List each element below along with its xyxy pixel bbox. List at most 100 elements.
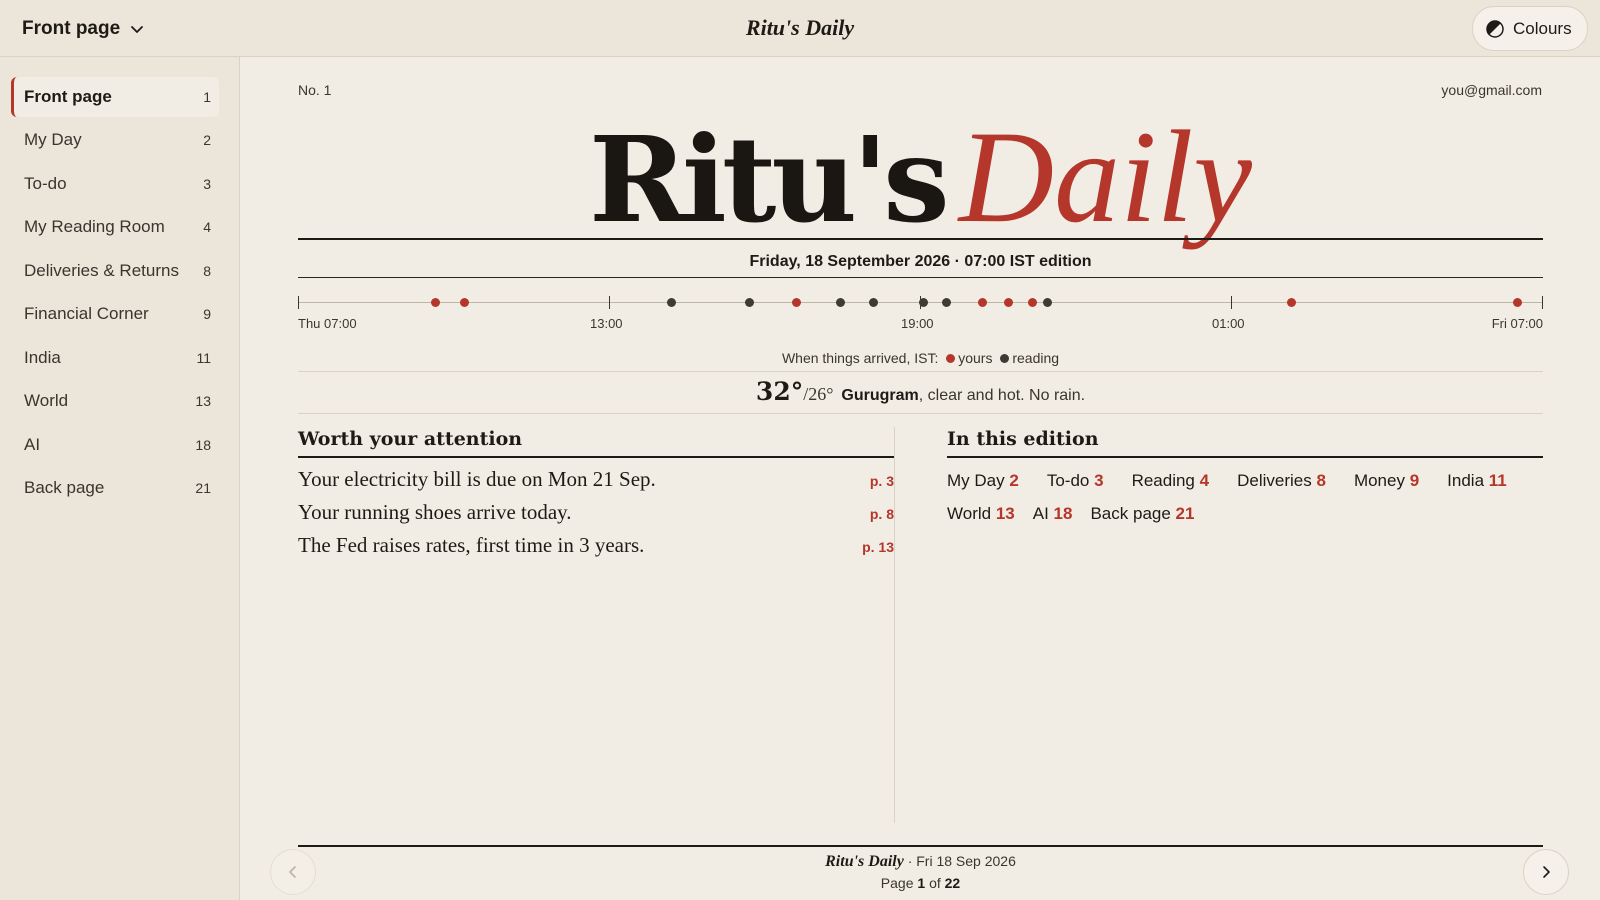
footer-title-line: Ritu's Daily · Fri 18 Sep 2026	[298, 853, 1543, 871]
arrival-dot-reading	[941, 298, 951, 307]
arrival-dot-yours	[459, 298, 469, 307]
story-page-link[interactable]: p. 3	[870, 473, 894, 489]
story-page-link[interactable]: p. 8	[870, 506, 894, 522]
sidebar-item-to-do[interactable]: To-do 3	[11, 164, 219, 204]
sidebar-item-label: World	[24, 391, 69, 410]
sidebar-item-label: Front page	[24, 87, 112, 106]
sidebar-item-page: 1	[203, 89, 211, 105]
timeline-tick	[1231, 296, 1232, 309]
toc-link-world[interactable]: World 13	[947, 503, 1015, 536]
timeline-label: 19:00	[901, 316, 934, 331]
footer-rule	[298, 845, 1543, 847]
column-divider	[894, 427, 895, 823]
sidebar-item-page: 3	[203, 176, 211, 192]
toc-link-to-do[interactable]: To-do 3	[1047, 470, 1104, 503]
masthead: Ritu's Daily	[298, 102, 1543, 252]
sidebar: Front page 1 My Day 2 To-do 3 My Reading…	[0, 57, 240, 900]
sidebar-item-label: My Day	[24, 130, 82, 149]
sidebar-item-world[interactable]: World 13	[11, 381, 219, 421]
legend-yours: yours	[958, 350, 993, 366]
sidebar-item-back-page[interactable]: Back page 21	[11, 468, 219, 508]
toc-link-deliveries[interactable]: Deliveries 8	[1237, 470, 1326, 503]
timeline-label: 01:00	[1212, 316, 1245, 331]
legend-reading-dot	[1000, 354, 1010, 364]
colours-button[interactable]: Colours	[1472, 6, 1588, 51]
toc-link-india[interactable]: India 11	[1447, 470, 1507, 503]
toc-page: 2	[1009, 471, 1019, 490]
sidebar-item-my-day[interactable]: My Day 2	[11, 120, 219, 160]
toc-link-ai[interactable]: AI 18	[1033, 503, 1073, 536]
weather-top-rule	[298, 371, 1543, 372]
arrival-dot-yours	[1512, 298, 1522, 307]
toc-page: 4	[1199, 471, 1210, 490]
story-text: Your electricity bill is due on Mon 21 S…	[298, 467, 656, 491]
toc-label: Money	[1353, 471, 1405, 490]
sidebar-item-financial-corner[interactable]: Financial Corner 9	[11, 294, 219, 334]
arrival-dot-reading	[918, 298, 928, 307]
legend-prefix: When things arrived, IST:	[781, 350, 939, 366]
next-page-button[interactable]	[1523, 849, 1569, 895]
previous-page-button[interactable]	[270, 849, 316, 895]
toc-link-back-page[interactable]: Back page 21	[1090, 503, 1194, 536]
sidebar-item-india[interactable]: India 11	[11, 338, 219, 378]
app-title: Ritu's Daily	[745, 15, 855, 40]
toc-label: Back page	[1090, 504, 1171, 523]
sidebar-item-label: India	[24, 348, 61, 367]
toc-page: 11	[1488, 471, 1507, 490]
weather-line: 32°/26° Gurugram, clear and hot. No rain.	[298, 377, 1543, 406]
footer-title: Ritu's Daily	[825, 853, 904, 870]
toc-label: India	[1447, 471, 1485, 490]
arrival-dot-reading	[835, 298, 845, 307]
account-email: you@gmail.com	[1441, 82, 1542, 98]
weather-bottom-rule	[298, 413, 1543, 414]
timeline-label: Thu 07:00	[298, 316, 357, 331]
weather-city: Gurugram	[841, 387, 919, 404]
toc-page: 13	[995, 504, 1015, 523]
top-bar: Front page Ritu's Daily Colours	[0, 0, 1600, 57]
toc-link-money[interactable]: Money 9	[1354, 470, 1419, 503]
sidebar-item-ai[interactable]: AI 18	[11, 425, 219, 465]
attention-column: Worth your attention Your electricity bi…	[298, 424, 894, 557]
story-item[interactable]: The Fed raises rates, first time in 3 ye…	[298, 524, 894, 557]
toc-link-reading[interactable]: Reading 4	[1132, 470, 1210, 503]
toc-page: 18	[1053, 504, 1073, 523]
sidebar-item-reading-room[interactable]: My Reading Room 4	[11, 207, 219, 247]
toc-page: 9	[1409, 471, 1420, 490]
toc-page: 3	[1094, 471, 1104, 490]
toc-label: My Day	[947, 471, 1005, 490]
weather-summary: , clear and hot. No rain.	[918, 387, 1086, 404]
legend-reading: reading	[1012, 350, 1060, 366]
toc-page: 8	[1316, 471, 1326, 490]
issue-number: No. 1	[298, 82, 332, 98]
page-indicator: Page 1 of 22	[298, 875, 1543, 891]
chevron-right-icon	[1543, 866, 1550, 878]
masthead-name: Ritu's	[588, 110, 950, 249]
footer-date: · Fri 18 Sep 2026	[907, 853, 1016, 869]
legend-yours-dot	[946, 354, 956, 364]
attention-heading: Worth your attention	[298, 424, 894, 458]
sidebar-item-deliveries[interactable]: Deliveries & Returns 8	[11, 251, 219, 291]
contrast-icon	[1486, 19, 1504, 38]
chevron-left-icon	[289, 866, 296, 878]
story-item[interactable]: Your running shoes arrive today. p. 8	[298, 491, 894, 524]
toc-label: Reading	[1131, 471, 1195, 490]
story-page-link[interactable]: p. 13	[862, 539, 894, 555]
arrival-dot-reading	[869, 298, 879, 307]
toc-label: Deliveries	[1237, 471, 1312, 490]
arrival-dot-yours	[1004, 298, 1014, 307]
timeline-legend: When things arrived, IST: yours reading	[298, 350, 1543, 366]
page-word: Page	[880, 875, 914, 891]
arrival-dot-reading	[667, 298, 676, 307]
sidebar-item-label: To-do	[24, 174, 67, 193]
weather-high: 32°	[755, 377, 804, 406]
front-page: No. 1 you@gmail.com Ritu's Daily Friday, …	[241, 57, 1600, 900]
timeline-tick	[609, 296, 610, 309]
sidebar-item-page: 13	[195, 393, 211, 409]
story-item[interactable]: Your electricity bill is due on Mon 21 S…	[298, 458, 894, 491]
sidebar-item-front-page[interactable]: Front page 1	[11, 77, 219, 117]
toc-link-my-day[interactable]: My Day 2	[947, 470, 1019, 503]
sidebar-item-page: 11	[196, 350, 211, 366]
weather-low: /26°	[803, 384, 834, 404]
page-total: 22	[944, 875, 961, 891]
sidebar-item-page: 21	[195, 480, 211, 496]
